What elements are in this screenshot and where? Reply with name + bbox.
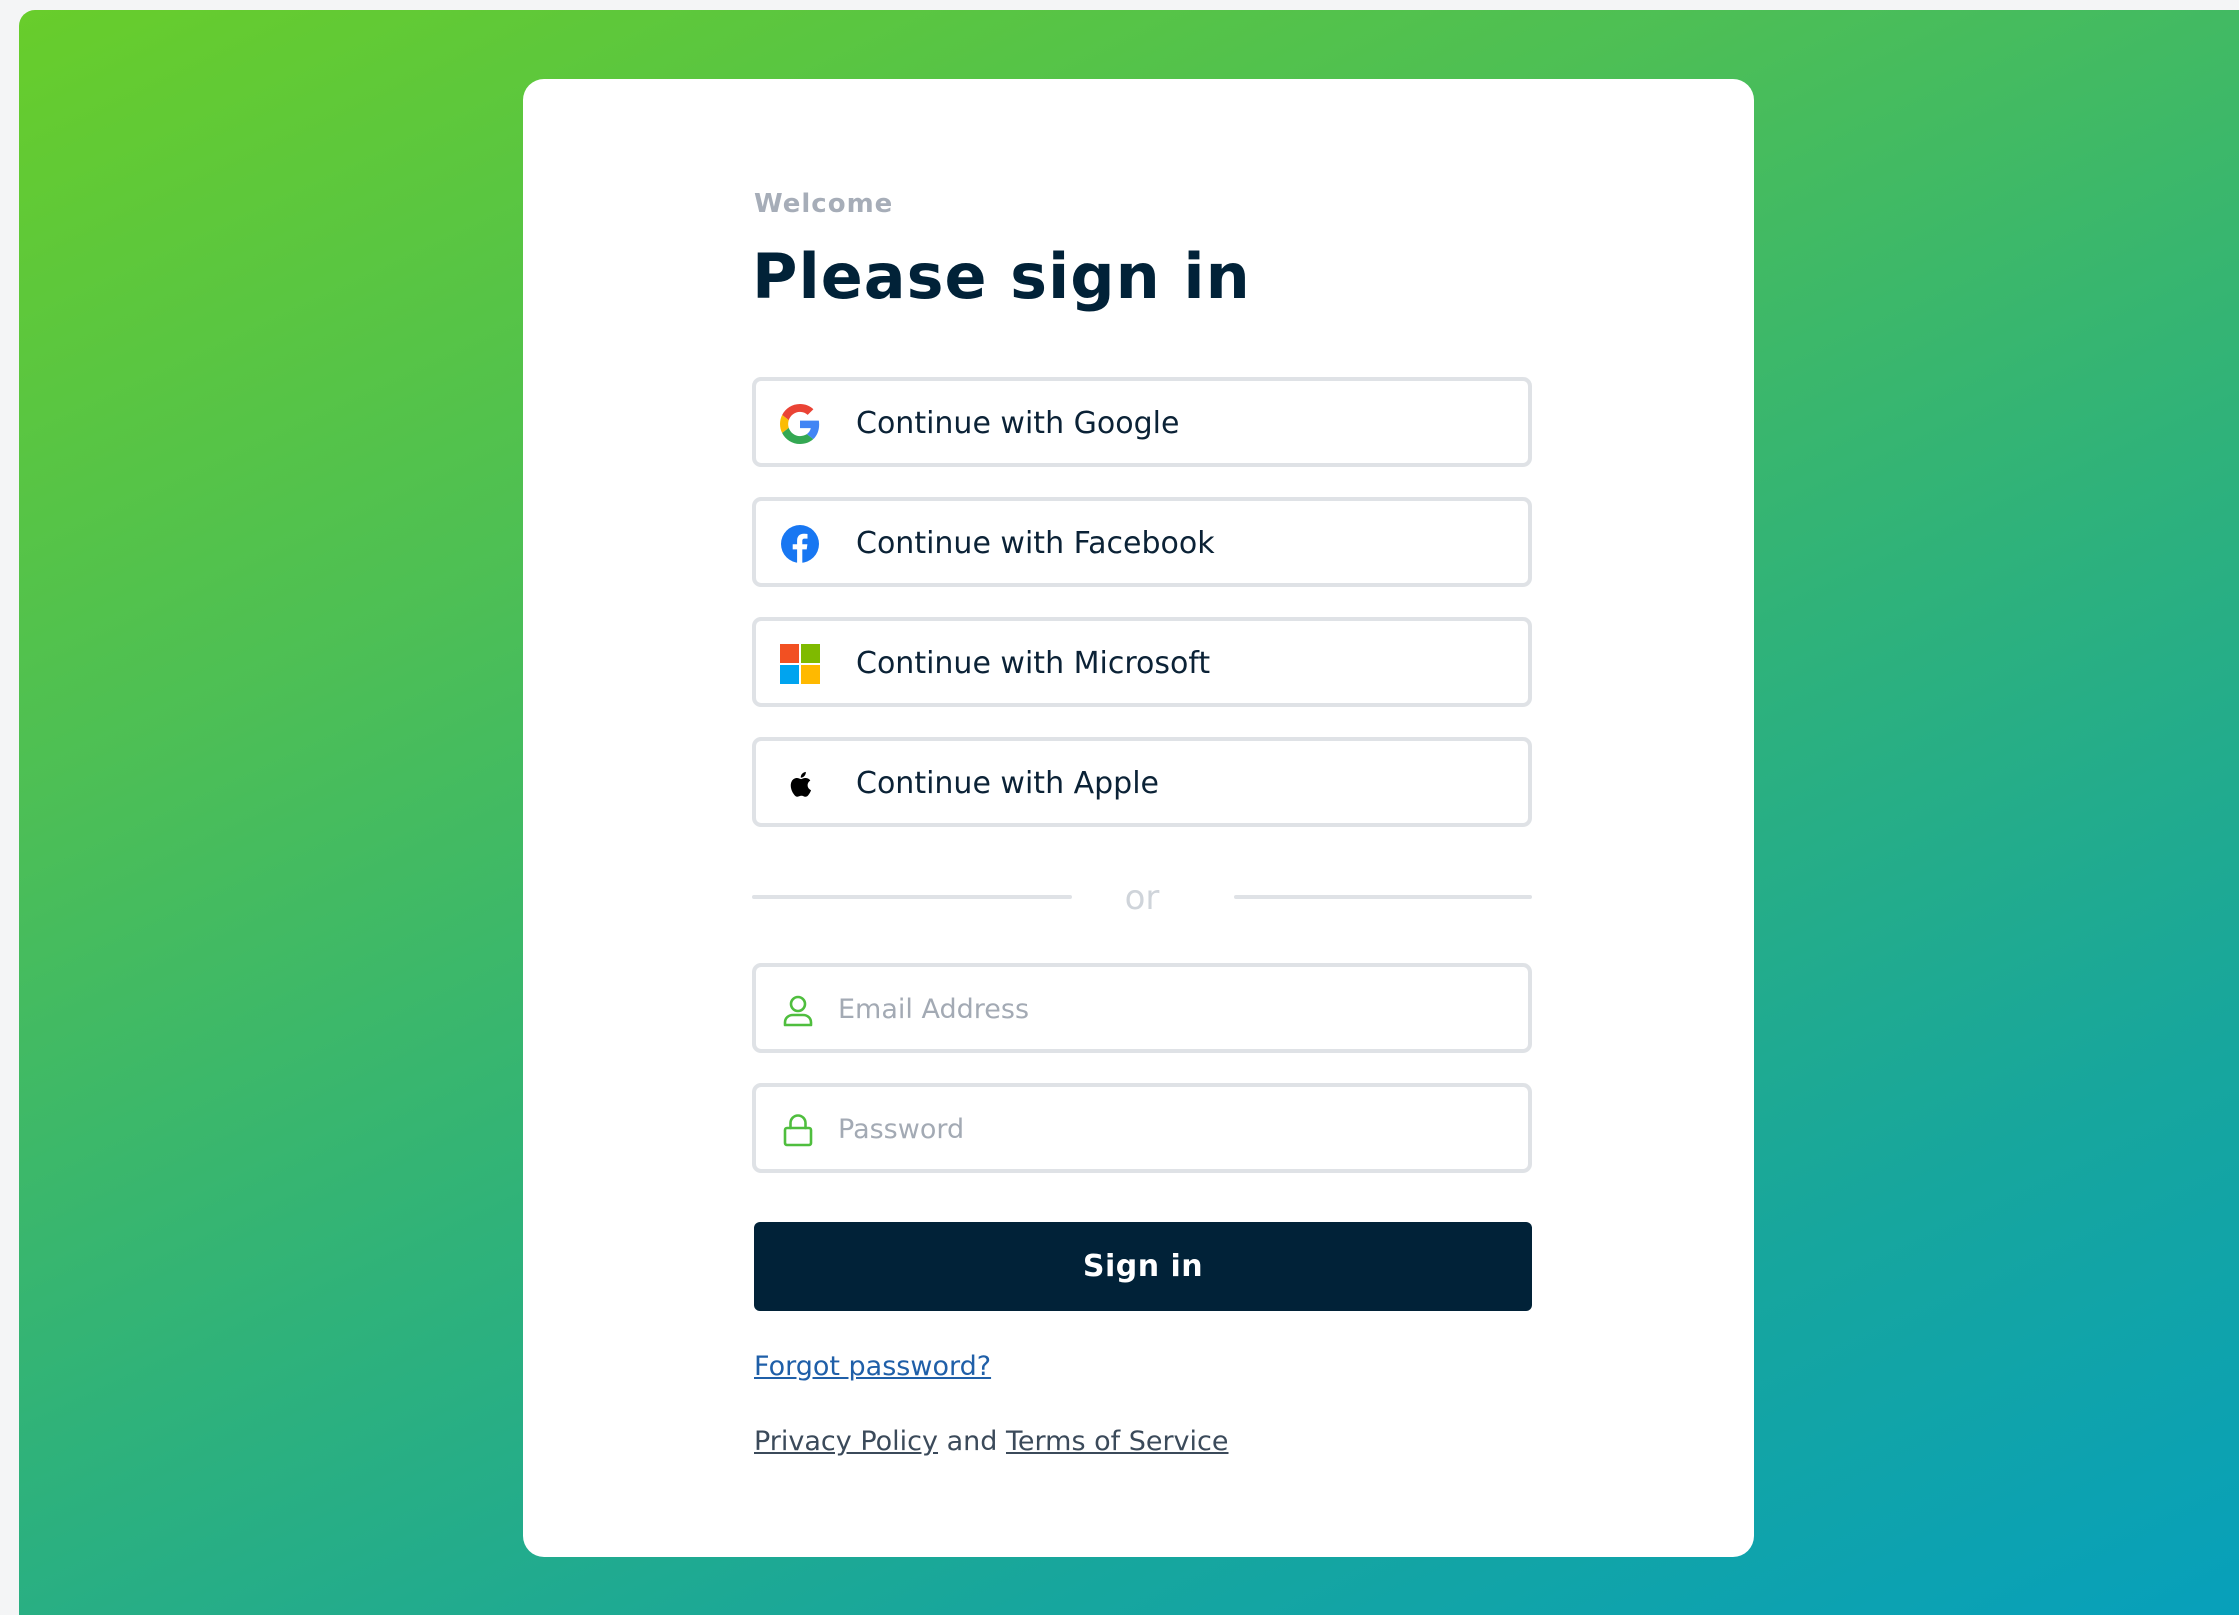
sign-in-button[interactable]: Sign in: [754, 1222, 1532, 1311]
microsoft-button-label: Continue with Microsoft: [856, 646, 1211, 681]
email-field: [752, 963, 1532, 1053]
apple-button-label: Continue with Apple: [856, 766, 1160, 801]
forgot-password-link[interactable]: Forgot password?: [754, 1348, 991, 1386]
password-input[interactable]: [838, 1099, 1508, 1159]
email-input[interactable]: [838, 979, 1508, 1039]
legal-links: Privacy Policy and Terms of Service: [754, 1423, 1229, 1461]
divider-or-label: or: [1124, 878, 1160, 918]
continue-with-microsoft-button[interactable]: Continue with Microsoft: [752, 617, 1532, 707]
continue-with-facebook-button[interactable]: Continue with Facebook: [752, 497, 1532, 587]
continue-with-google-button[interactable]: Continue with Google: [752, 377, 1532, 467]
continue-with-apple-button[interactable]: Continue with Apple: [752, 737, 1532, 827]
divider-line-left: [752, 895, 1072, 899]
terms-of-service-link[interactable]: Terms of Service: [1006, 1426, 1229, 1457]
legal-conjunction: and: [946, 1426, 998, 1457]
microsoft-icon: [780, 644, 820, 684]
page-title: Please sign in: [752, 240, 1251, 313]
user-icon: [782, 993, 814, 1027]
apple-icon: [780, 764, 820, 804]
welcome-eyebrow: Welcome: [754, 189, 894, 219]
divider-line-right: [1234, 895, 1532, 899]
facebook-button-label: Continue with Facebook: [856, 526, 1215, 561]
google-icon: [780, 404, 820, 444]
background-gradient: Welcome Please sign in Continue with Goo…: [19, 10, 2239, 1615]
lock-icon: [782, 1113, 814, 1147]
sign-in-card: Welcome Please sign in Continue with Goo…: [523, 79, 1754, 1557]
google-button-label: Continue with Google: [856, 406, 1180, 441]
password-field: [752, 1083, 1532, 1173]
privacy-policy-link[interactable]: Privacy Policy: [754, 1426, 938, 1457]
facebook-icon: [780, 524, 820, 564]
